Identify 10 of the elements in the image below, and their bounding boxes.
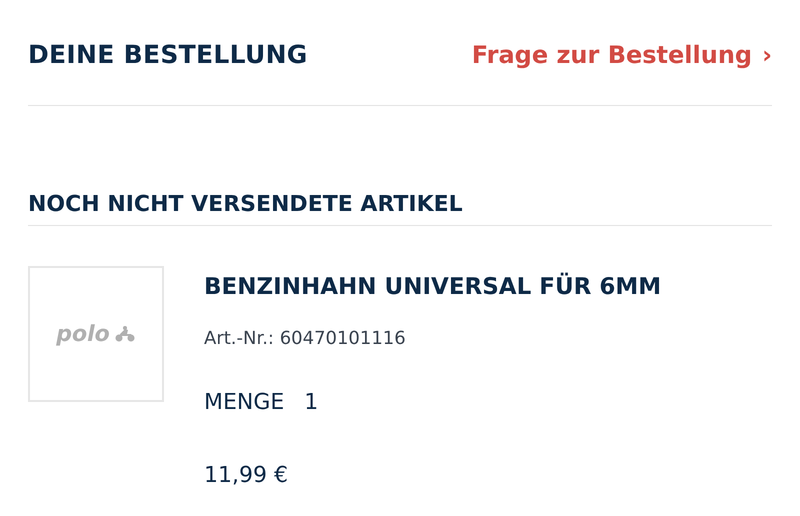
section-title: NOCH NICHT VERSENDETE ARTIKEL	[28, 191, 463, 219]
page-title: DEINE BESTELLUNG	[28, 38, 308, 71]
brand-logo-text: polo	[56, 320, 110, 348]
motorcycle-icon	[114, 326, 136, 342]
quantity-value: 1	[304, 388, 318, 416]
price: 11,99 €	[204, 462, 289, 490]
quantity-label: MENGE	[204, 388, 284, 416]
product-name: BENZINHAHN UNIVERSAL FÜR 6MM	[204, 272, 662, 302]
article-number: Art.-Nr.: 60470101116	[204, 326, 407, 350]
question-link[interactable]: Frage zur Bestellung ›	[472, 36, 772, 72]
